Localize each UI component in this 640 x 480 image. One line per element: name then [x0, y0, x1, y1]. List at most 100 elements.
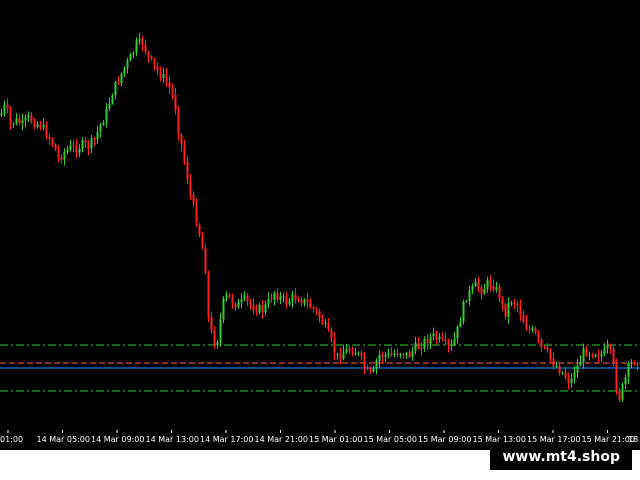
candle-body [498, 286, 501, 299]
candle-body [516, 303, 519, 306]
candle-body [114, 81, 117, 96]
candle-body [273, 292, 276, 300]
candle-body [444, 339, 447, 341]
candle-body [33, 121, 36, 127]
candle-body [546, 347, 549, 350]
candle-body [561, 372, 564, 374]
candle-body [21, 120, 24, 124]
candle-body [255, 310, 258, 313]
candle-body [342, 352, 345, 359]
candle-body [579, 362, 582, 366]
candle-body [240, 298, 243, 303]
candle-body [630, 362, 633, 364]
candle-body [72, 145, 75, 147]
candles [0, 33, 639, 403]
candle-body [42, 124, 45, 128]
candle-body [126, 60, 129, 68]
chart-canvas[interactable] [0, 0, 640, 430]
candle-body [9, 108, 12, 125]
candle-body [420, 348, 423, 349]
candle-body [303, 299, 306, 304]
candle-body [501, 299, 504, 304]
candle-body [165, 74, 168, 82]
candle-body [426, 339, 429, 344]
time-tick-label: 15 Mar 17:00 [527, 435, 580, 444]
candle-body [48, 136, 51, 139]
candle-body [570, 378, 573, 384]
candle-body [288, 301, 291, 305]
candle-body [132, 52, 135, 55]
candle-body [549, 349, 552, 359]
candle-body [327, 323, 330, 330]
candle-body [471, 285, 474, 291]
candle-body [18, 118, 21, 124]
candle-body [435, 333, 438, 340]
candle-body [252, 304, 255, 311]
candle-body [348, 348, 351, 352]
candle-body [510, 302, 513, 304]
candle-body [513, 302, 516, 304]
candle-body [552, 358, 555, 367]
candle-body [369, 368, 372, 372]
candle-body [228, 294, 231, 298]
candle-body [360, 352, 363, 356]
candle-body [243, 295, 246, 299]
candle-body [162, 74, 165, 79]
candle-body [294, 294, 297, 300]
time-tick-label: 15 Mar 21:00 [582, 435, 635, 444]
candle-body [30, 114, 33, 122]
candle-body [285, 296, 288, 305]
candle-body [267, 298, 270, 304]
candle-body [495, 286, 498, 291]
candle-body [402, 354, 405, 356]
candle-body [120, 73, 123, 84]
candle-body [429, 336, 432, 344]
candle-body [264, 303, 267, 313]
candle-body [309, 302, 312, 308]
candle-body [576, 365, 579, 373]
candle-body [144, 44, 147, 53]
candle-body [336, 353, 339, 355]
candle-body [270, 298, 273, 300]
candle-body [594, 355, 597, 357]
candle-body [183, 144, 186, 162]
price-chart[interactable] [0, 0, 640, 430]
candle-body [450, 344, 453, 346]
candle-body [633, 362, 636, 364]
candle-body [6, 104, 9, 109]
candle-body [339, 353, 342, 359]
candle-body [195, 203, 198, 225]
candle-body [390, 353, 393, 355]
candle-body [423, 339, 426, 349]
candle-body [615, 362, 618, 391]
candle-body [600, 354, 603, 357]
candle-body [606, 345, 609, 349]
candle-body [237, 302, 240, 308]
candle-body [210, 316, 213, 331]
candle-body [78, 149, 81, 153]
candle-body [246, 295, 249, 301]
candle-body [0, 112, 3, 115]
candle-body [90, 138, 93, 149]
candle-body [534, 328, 537, 333]
candle-body [582, 348, 585, 363]
candle-body [474, 282, 477, 286]
candle-body [150, 56, 153, 59]
candle-body [318, 311, 321, 319]
candle-body [480, 287, 483, 294]
candle-body [387, 353, 390, 355]
time-tick-label: 14 Mar 09:00 [91, 435, 144, 444]
candle-body [453, 338, 456, 345]
time-tick-label: 15 Mar 01:00 [309, 435, 362, 444]
candle-body [489, 279, 492, 286]
candle-body [135, 41, 138, 53]
candle-body [414, 342, 417, 351]
watermark: www.mt4.shop [490, 444, 632, 470]
candle-body [66, 149, 69, 152]
candle-body [432, 333, 435, 337]
candle-body [207, 272, 210, 317]
candle-body [213, 330, 216, 346]
candle-body [558, 366, 561, 374]
candle-body [567, 377, 570, 384]
candle-body [129, 54, 132, 61]
